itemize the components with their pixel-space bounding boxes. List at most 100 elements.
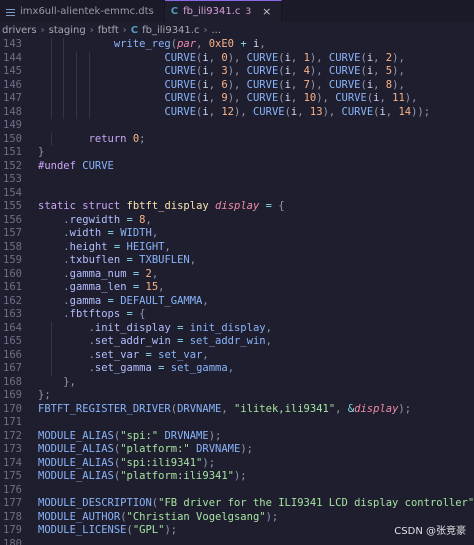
line-number: 149: [3, 119, 22, 131]
code-line[interactable]: 156 .regwidth = 8,: [0, 214, 474, 228]
code-line[interactable]: 150 return 0;: [0, 132, 474, 146]
chevron-right-icon: ›: [203, 24, 208, 36]
tab-label: imx6ull-alientek-emmc.dts: [20, 5, 154, 17]
breadcrumb-item[interactable]: staging: [49, 25, 86, 36]
code-line[interactable]: 169};: [0, 389, 474, 403]
code-line[interactable]: 144 CURVE(i, 0), CURVE(i, 1), CURVE(i, 2…: [0, 51, 474, 65]
code-line[interactable]: 162 .gamma = DEFAULT_GAMMA,: [0, 295, 474, 309]
code-line[interactable]: 180: [0, 538, 474, 545]
code-line[interactable]: 165 .set_addr_win = set_addr_win,: [0, 335, 474, 349]
editor-tab-bar: imx6ull-alientek-emmc.dts C fb_ili9341.c…: [0, 0, 474, 22]
code-token: =: [170, 321, 190, 334]
code-token: =: [107, 240, 127, 253]
problem-count-badge: 3: [245, 6, 252, 17]
line-number: 143: [3, 38, 22, 50]
code-line[interactable]: 161 .gamma_len = 15,: [0, 281, 474, 295]
breadcrumb-item[interactable]: fb_ili9341.c: [142, 25, 199, 36]
code-token: ),: [316, 92, 336, 104]
code-token: CURVE: [246, 92, 279, 104]
code-line[interactable]: 155 static struct fbtft_display display =…: [0, 200, 474, 214]
code-token: =: [101, 227, 121, 239]
code-token: {: [139, 308, 146, 320]
code-token: CURVE: [328, 51, 361, 64]
code-line[interactable]: 158 .height = HEIGHT,: [0, 241, 474, 255]
code-token: struct: [82, 200, 121, 212]
indent-guide: [50, 348, 52, 362]
code-token: set_addr_win: [189, 335, 266, 347]
indent-guide: [50, 132, 52, 146]
code-token: init_display: [94, 321, 171, 334]
code-token: MODULE_LICENSE: [38, 524, 127, 536]
line-number: 146: [3, 78, 22, 91]
code-line[interactable]: 166 .set_var = set_var,: [0, 348, 474, 362]
line-number: 147: [3, 92, 22, 104]
code-token: return: [88, 132, 127, 145]
code-line[interactable]: 164 .init_display = init_display,: [0, 321, 474, 335]
code-token: ,: [208, 105, 222, 118]
line-number: 178: [3, 510, 22, 523]
code-token: ,: [373, 65, 386, 77]
code-token: MODULE_ALIAS: [38, 456, 114, 469]
code-line[interactable]: 147 CURVE(i, 9), CURVE(i, 10), CURVE(i, …: [0, 92, 474, 106]
code-line[interactable]: 154: [0, 187, 474, 201]
code-token: ,: [297, 105, 310, 118]
code-line[interactable]: 143 write_reg(par, 0xE0 + i,: [0, 38, 474, 52]
line-number: 161: [3, 281, 22, 293]
code-line[interactable]: 173 MODULE_ALIAS("platform:" DRVNAME);: [0, 443, 474, 457]
code-line[interactable]: 168 },: [0, 376, 474, 390]
code-line[interactable]: 171: [0, 416, 474, 430]
code-token: txbuflen: [69, 254, 121, 266]
code-token: TXBUFLEN: [139, 254, 190, 266]
code-line[interactable]: 172 MODULE_ALIAS("spi:" DRVNAME);: [0, 430, 474, 444]
code-editor[interactable]: 143 write_reg(par, 0xE0 + i, 144 CURVE(i,…: [0, 38, 474, 545]
code-token: ),: [234, 105, 253, 118]
line-number: 175: [3, 470, 22, 482]
code-token: 12: [221, 105, 235, 118]
code-token: ,: [290, 51, 304, 64]
code-line[interactable]: 157 .width = WIDTH,: [0, 227, 474, 241]
code-token: "ilitek,ili9341": [234, 402, 336, 415]
indent-guide: [50, 78, 52, 92]
code-token: CURVE: [82, 159, 114, 172]
line-number: 148: [3, 105, 22, 118]
breadcrumb-item[interactable]: fbtft: [98, 25, 119, 36]
code-line[interactable]: 148 CURVE(i, 12), CURVE(i, 13), CURVE(i,…: [0, 105, 474, 119]
code-token: gamma_len: [69, 281, 127, 293]
code-line[interactable]: 146 CURVE(i, 6), CURVE(i, 7), CURVE(i, 8…: [0, 78, 474, 92]
line-number: 157: [3, 227, 22, 239]
close-icon[interactable]: ×: [262, 5, 271, 18]
tab-imx6ull-dts[interactable]: imx6ull-alientek-emmc.dts: [0, 0, 165, 22]
code-line[interactable]: 153: [0, 173, 474, 187]
code-line[interactable]: 163 .fbtftops = {: [0, 308, 474, 322]
breadcrumb-item[interactable]: ...: [211, 25, 221, 36]
code-line[interactable]: 160 .gamma_num = 2,: [0, 268, 474, 282]
code-line[interactable]: 145 CURVE(i, 3), CURVE(i, 4), CURVE(i, 5…: [0, 65, 474, 79]
code-token: ,: [151, 227, 159, 239]
code-token: ,: [373, 78, 386, 91]
code-line[interactable]: 149: [0, 119, 474, 133]
code-token: ),: [227, 92, 247, 104]
code-token: =: [259, 200, 279, 212]
code-line[interactable]: 167 .set_gamma = set_gamma,: [0, 362, 474, 376]
breadcrumb-item[interactable]: drivers: [2, 25, 37, 36]
code-token: ,: [221, 402, 235, 415]
indent-guide: [50, 65, 52, 79]
code-token: CURVE: [328, 78, 361, 91]
code-line[interactable]: 175 MODULE_ALIAS("platform:ili9341");: [0, 470, 474, 484]
code-line[interactable]: 170 FBTFT_REGISTER_DRIVER(DRVNAME, "ilite…: [0, 403, 474, 417]
code-token: },: [63, 375, 76, 388]
code-token: ));: [411, 105, 431, 118]
code-line[interactable]: 174 MODULE_ALIAS("spi:ili9341");: [0, 457, 474, 471]
code-token: ,: [208, 78, 222, 91]
code-line[interactable]: 151}: [0, 146, 474, 160]
indent-guide: [50, 321, 52, 335]
code-line[interactable]: 159 .txbuflen = TXBUFLEN,: [0, 254, 474, 268]
code-token: gamma_num: [69, 267, 127, 280]
code-line[interactable]: 176: [0, 484, 474, 498]
tab-fb-ili9341[interactable]: C fb_ili9341.c 3 ×: [164, 0, 283, 22]
code-line[interactable]: 152 #undef CURVE: [0, 160, 474, 174]
line-number: 170: [3, 402, 22, 415]
code-line[interactable]: 177 MODULE_DESCRIPTION("FB driver for the…: [0, 497, 474, 511]
